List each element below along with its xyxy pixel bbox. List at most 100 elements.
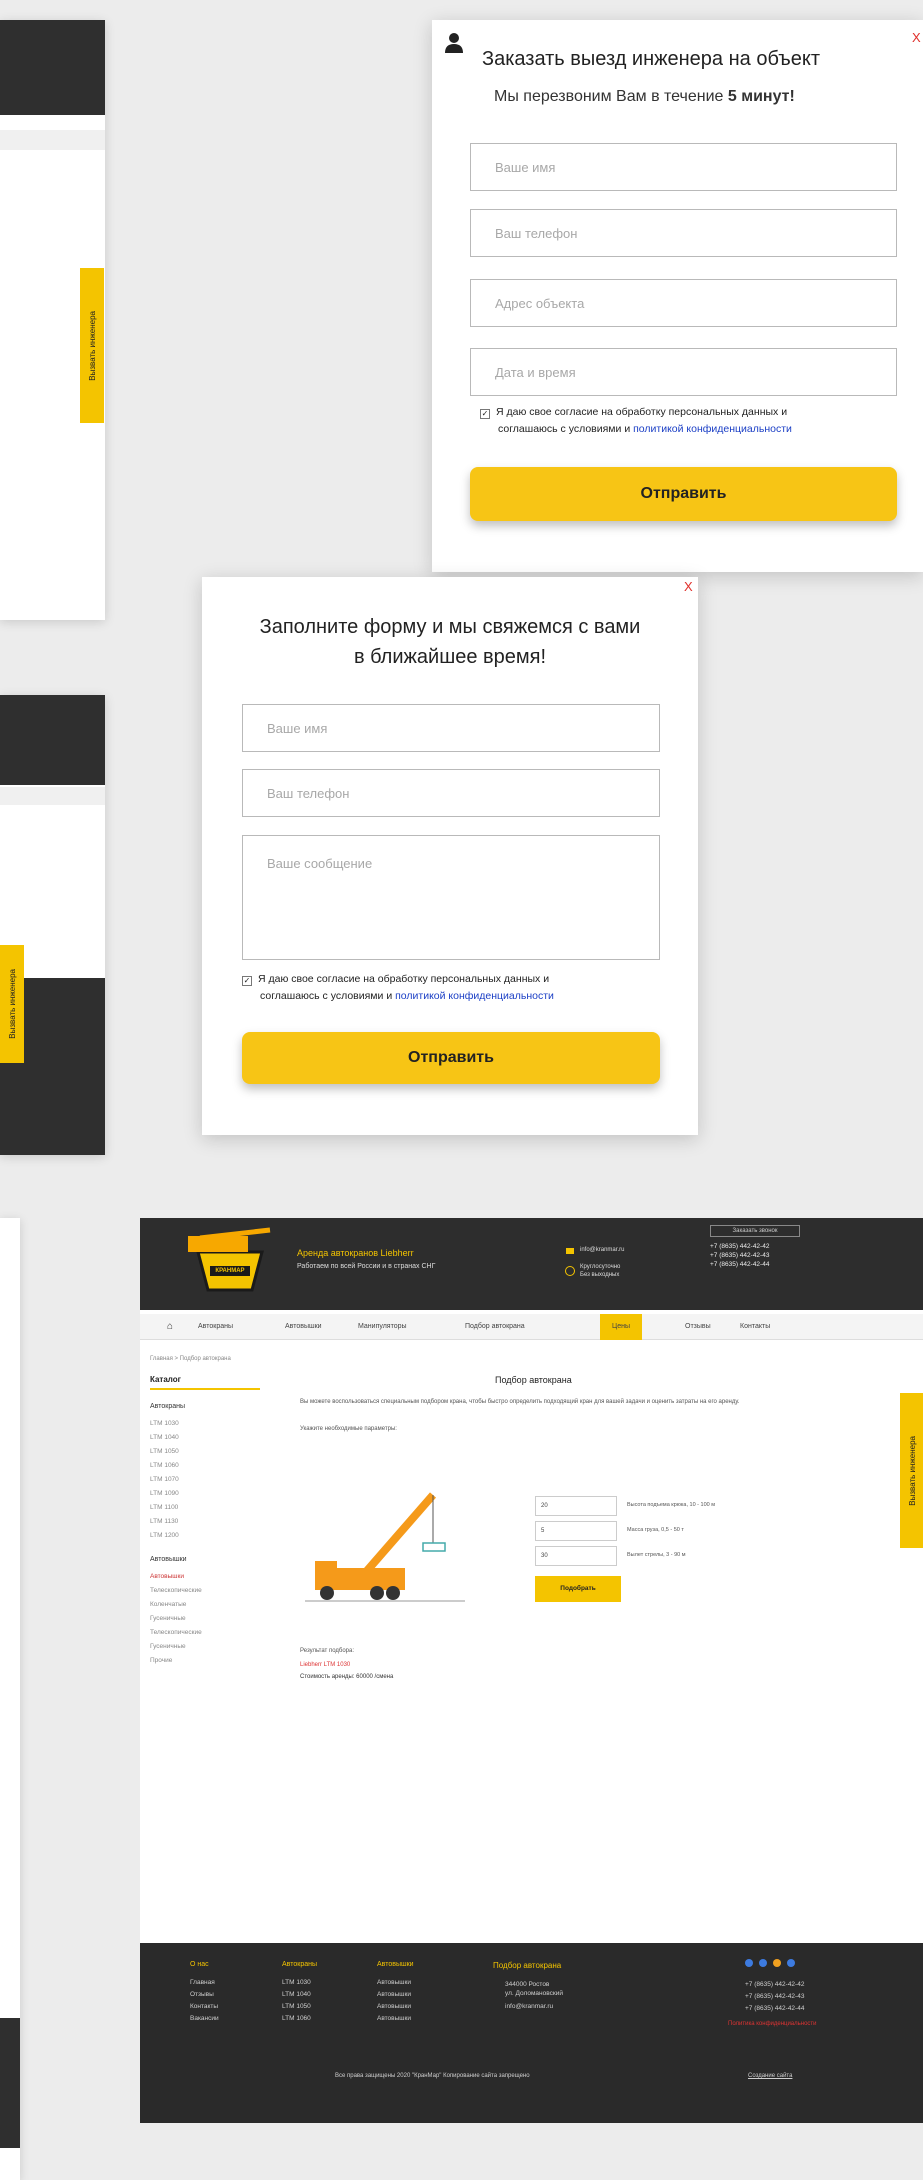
footer-link[interactable]: Контакты xyxy=(190,2003,218,2010)
submit-button[interactable]: Отправить xyxy=(242,1032,660,1084)
vk-icon[interactable] xyxy=(745,1959,753,1967)
title-line-1: Заполните форму и мы свяжемся с вами xyxy=(259,616,641,638)
nav-item-manipulators[interactable]: Манипуляторы xyxy=(358,1323,407,1330)
cat-group-1[interactable]: Автокраны xyxy=(150,1403,185,1410)
footer-phone[interactable]: +7 (8635) 442-42-42 xyxy=(745,1981,804,1988)
phone-1[interactable]: +7 (8635) 442-42-42 xyxy=(710,1243,769,1250)
cat-item[interactable]: LTM 1090 xyxy=(150,1490,179,1497)
close-icon[interactable]: X xyxy=(684,579,693,594)
footer-link[interactable]: Автовышки xyxy=(377,1979,411,1986)
footer-link[interactable]: LTM 1040 xyxy=(282,1991,311,1998)
background-page-bar xyxy=(0,787,105,805)
cat-item[interactable]: Гусеничные xyxy=(150,1615,186,1622)
cat-item[interactable]: LTM 1100 xyxy=(150,1504,178,1511)
cat-item[interactable]: LTM 1200 xyxy=(150,1532,179,1539)
cat-item[interactable]: LTM 1030 xyxy=(150,1420,179,1427)
height-label: Высота подъема крюка, 10 - 100 м xyxy=(627,1502,716,1508)
phone-field[interactable]: Ваш телефон xyxy=(470,209,897,257)
message-field[interactable]: Ваше сообщение xyxy=(242,835,660,960)
reach-label: Вылет стрелы, 3 - 90 м xyxy=(627,1552,686,1558)
nav-item-autocranes[interactable]: Автокраны xyxy=(198,1323,233,1330)
phone-3[interactable]: +7 (8635) 442-42-44 xyxy=(710,1261,769,1268)
cat-item[interactable]: Коленчатые xyxy=(150,1601,186,1608)
height-input[interactable]: 20 xyxy=(535,1496,617,1516)
background-page-2 xyxy=(0,695,105,1155)
clock-icon xyxy=(565,1266,575,1276)
footer-link[interactable]: Автовышки xyxy=(377,2003,411,2010)
address-field[interactable]: Адрес объекта xyxy=(470,279,897,327)
result-item[interactable]: Liebherr LTM 1030 xyxy=(300,1662,350,1668)
name-field[interactable]: Ваше имя xyxy=(470,143,897,191)
close-icon[interactable]: X xyxy=(912,30,921,45)
copyright: Все права защищены 2020 "КранМар" Копиро… xyxy=(335,2073,530,2079)
background-page-3 xyxy=(0,1218,20,2180)
footer-phone[interactable]: +7 (8635) 442-42-44 xyxy=(745,2005,804,2012)
subtitle-bold: 5 минут! xyxy=(727,88,795,105)
submit-button[interactable]: Отправить xyxy=(470,467,897,521)
privacy-link[interactable]: политикой конфиденциальности xyxy=(633,423,792,435)
nav-item-reviews[interactable]: Отзывы xyxy=(685,1323,711,1330)
cat-item[interactable]: LTM 1050 xyxy=(150,1448,179,1455)
cat-group-2[interactable]: Автовышки xyxy=(150,1556,187,1563)
datetime-field[interactable]: Дата и время xyxy=(470,348,897,396)
cat-item[interactable]: LTM 1070 xyxy=(150,1476,179,1483)
cat-item[interactable]: Телескопические xyxy=(150,1587,202,1594)
header-email[interactable]: info@kranmar.ru xyxy=(580,1247,624,1253)
footer-address: 344000 Ростов xyxy=(505,1981,550,1988)
nav-item-lifts[interactable]: Автовышки xyxy=(285,1323,322,1330)
home-icon[interactable]: ⌂ xyxy=(167,1321,173,1332)
footer-email[interactable]: info@kranmar.ru xyxy=(505,2003,553,2010)
cat-item[interactable]: Телескопические xyxy=(150,1629,202,1636)
footer-link[interactable]: Отзывы xyxy=(190,1991,214,1998)
footer-phone[interactable]: +7 (8635) 442-42-43 xyxy=(745,1993,804,2000)
footer-calc-link[interactable]: Подбор автокрана xyxy=(493,1961,561,1970)
footer-link[interactable]: Автовышки xyxy=(377,1991,411,1998)
page-intro: Вы можете воспользоваться специальным по… xyxy=(300,1399,740,1405)
title-line-2: в ближайшее время! xyxy=(353,646,547,668)
footer-link[interactable]: Автовышки xyxy=(377,2015,411,2022)
nav-item-prices[interactable]: Цены xyxy=(600,1314,642,1340)
tw-icon[interactable] xyxy=(787,1959,795,1967)
consent-checkbox[interactable]: ✓ xyxy=(242,976,252,986)
callback-button[interactable]: Заказать звонок xyxy=(710,1225,800,1237)
side-engineer-tab-3[interactable]: Вызвать инженера xyxy=(900,1393,923,1548)
developer-link[interactable]: Создание сайта xyxy=(748,2073,792,2079)
nav-item-calc[interactable]: Подбор автокрана xyxy=(465,1323,525,1330)
footer-link[interactable]: LTM 1030 xyxy=(282,1979,311,1986)
ok-icon[interactable] xyxy=(773,1959,781,1967)
side-engineer-tab-2[interactable]: Вызвать инженера xyxy=(0,945,24,1063)
phone-field[interactable]: Ваш телефон xyxy=(242,769,660,817)
footer-link[interactable]: LTM 1050 xyxy=(282,2003,311,2010)
consent-checkbox[interactable]: ✓ xyxy=(480,409,490,419)
logo[interactable]: КРАНМАР xyxy=(180,1226,280,1296)
consent-block: ✓ Я даю свое согласие на обработку персон… xyxy=(480,404,910,438)
phone-2[interactable]: +7 (8635) 442-42-43 xyxy=(710,1252,769,1259)
cat-item[interactable]: LTM 1060 xyxy=(150,1462,179,1469)
nav-item-contacts[interactable]: Контакты xyxy=(740,1323,770,1330)
cat-item[interactable]: Гусеничные xyxy=(150,1643,186,1650)
reach-input[interactable]: 30 xyxy=(535,1546,617,1566)
footer-policy-link[interactable]: Политика конфиденциальности xyxy=(728,2021,817,2027)
footer-link[interactable]: Вакансии xyxy=(190,2015,219,2022)
calc-button[interactable]: Подобрать xyxy=(535,1576,621,1602)
breadcrumb[interactable]: Главная > Подбор автокрана xyxy=(150,1356,231,1362)
footer-col-2-head: Автокраны xyxy=(282,1961,317,1968)
name-field[interactable]: Ваше имя xyxy=(242,704,660,752)
tagline-title: Аренда автокранов Liebherr xyxy=(297,1248,414,1258)
cat-item[interactable]: Прочие xyxy=(150,1657,172,1664)
weight-input[interactable]: 5 xyxy=(535,1521,617,1541)
background-page-bar xyxy=(0,130,105,150)
fb-icon[interactable] xyxy=(759,1959,767,1967)
engineer-popup-title: Заказать выезд инженера на объект xyxy=(482,48,821,70)
side-engineer-tab-1[interactable]: Вызвать инженера xyxy=(80,268,104,423)
site-preview: КРАНМАР Аренда автокранов Liebherr Работ… xyxy=(140,1218,923,2123)
catalog-underline xyxy=(150,1388,260,1390)
footer-link[interactable]: LTM 1060 xyxy=(282,2015,311,2022)
cat-item[interactable]: LTM 1130 xyxy=(150,1518,178,1525)
privacy-link[interactable]: политикой конфиденциальности xyxy=(395,990,554,1002)
cat-item[interactable]: Автовышки xyxy=(150,1573,184,1580)
footer-link[interactable]: Главная xyxy=(190,1979,215,1986)
contact-popup-title: Заполните форму и мы свяжемся с вами в б… xyxy=(202,612,698,672)
cat-item[interactable]: LTM 1040 xyxy=(150,1434,179,1441)
background-page-footer xyxy=(0,2018,20,2148)
